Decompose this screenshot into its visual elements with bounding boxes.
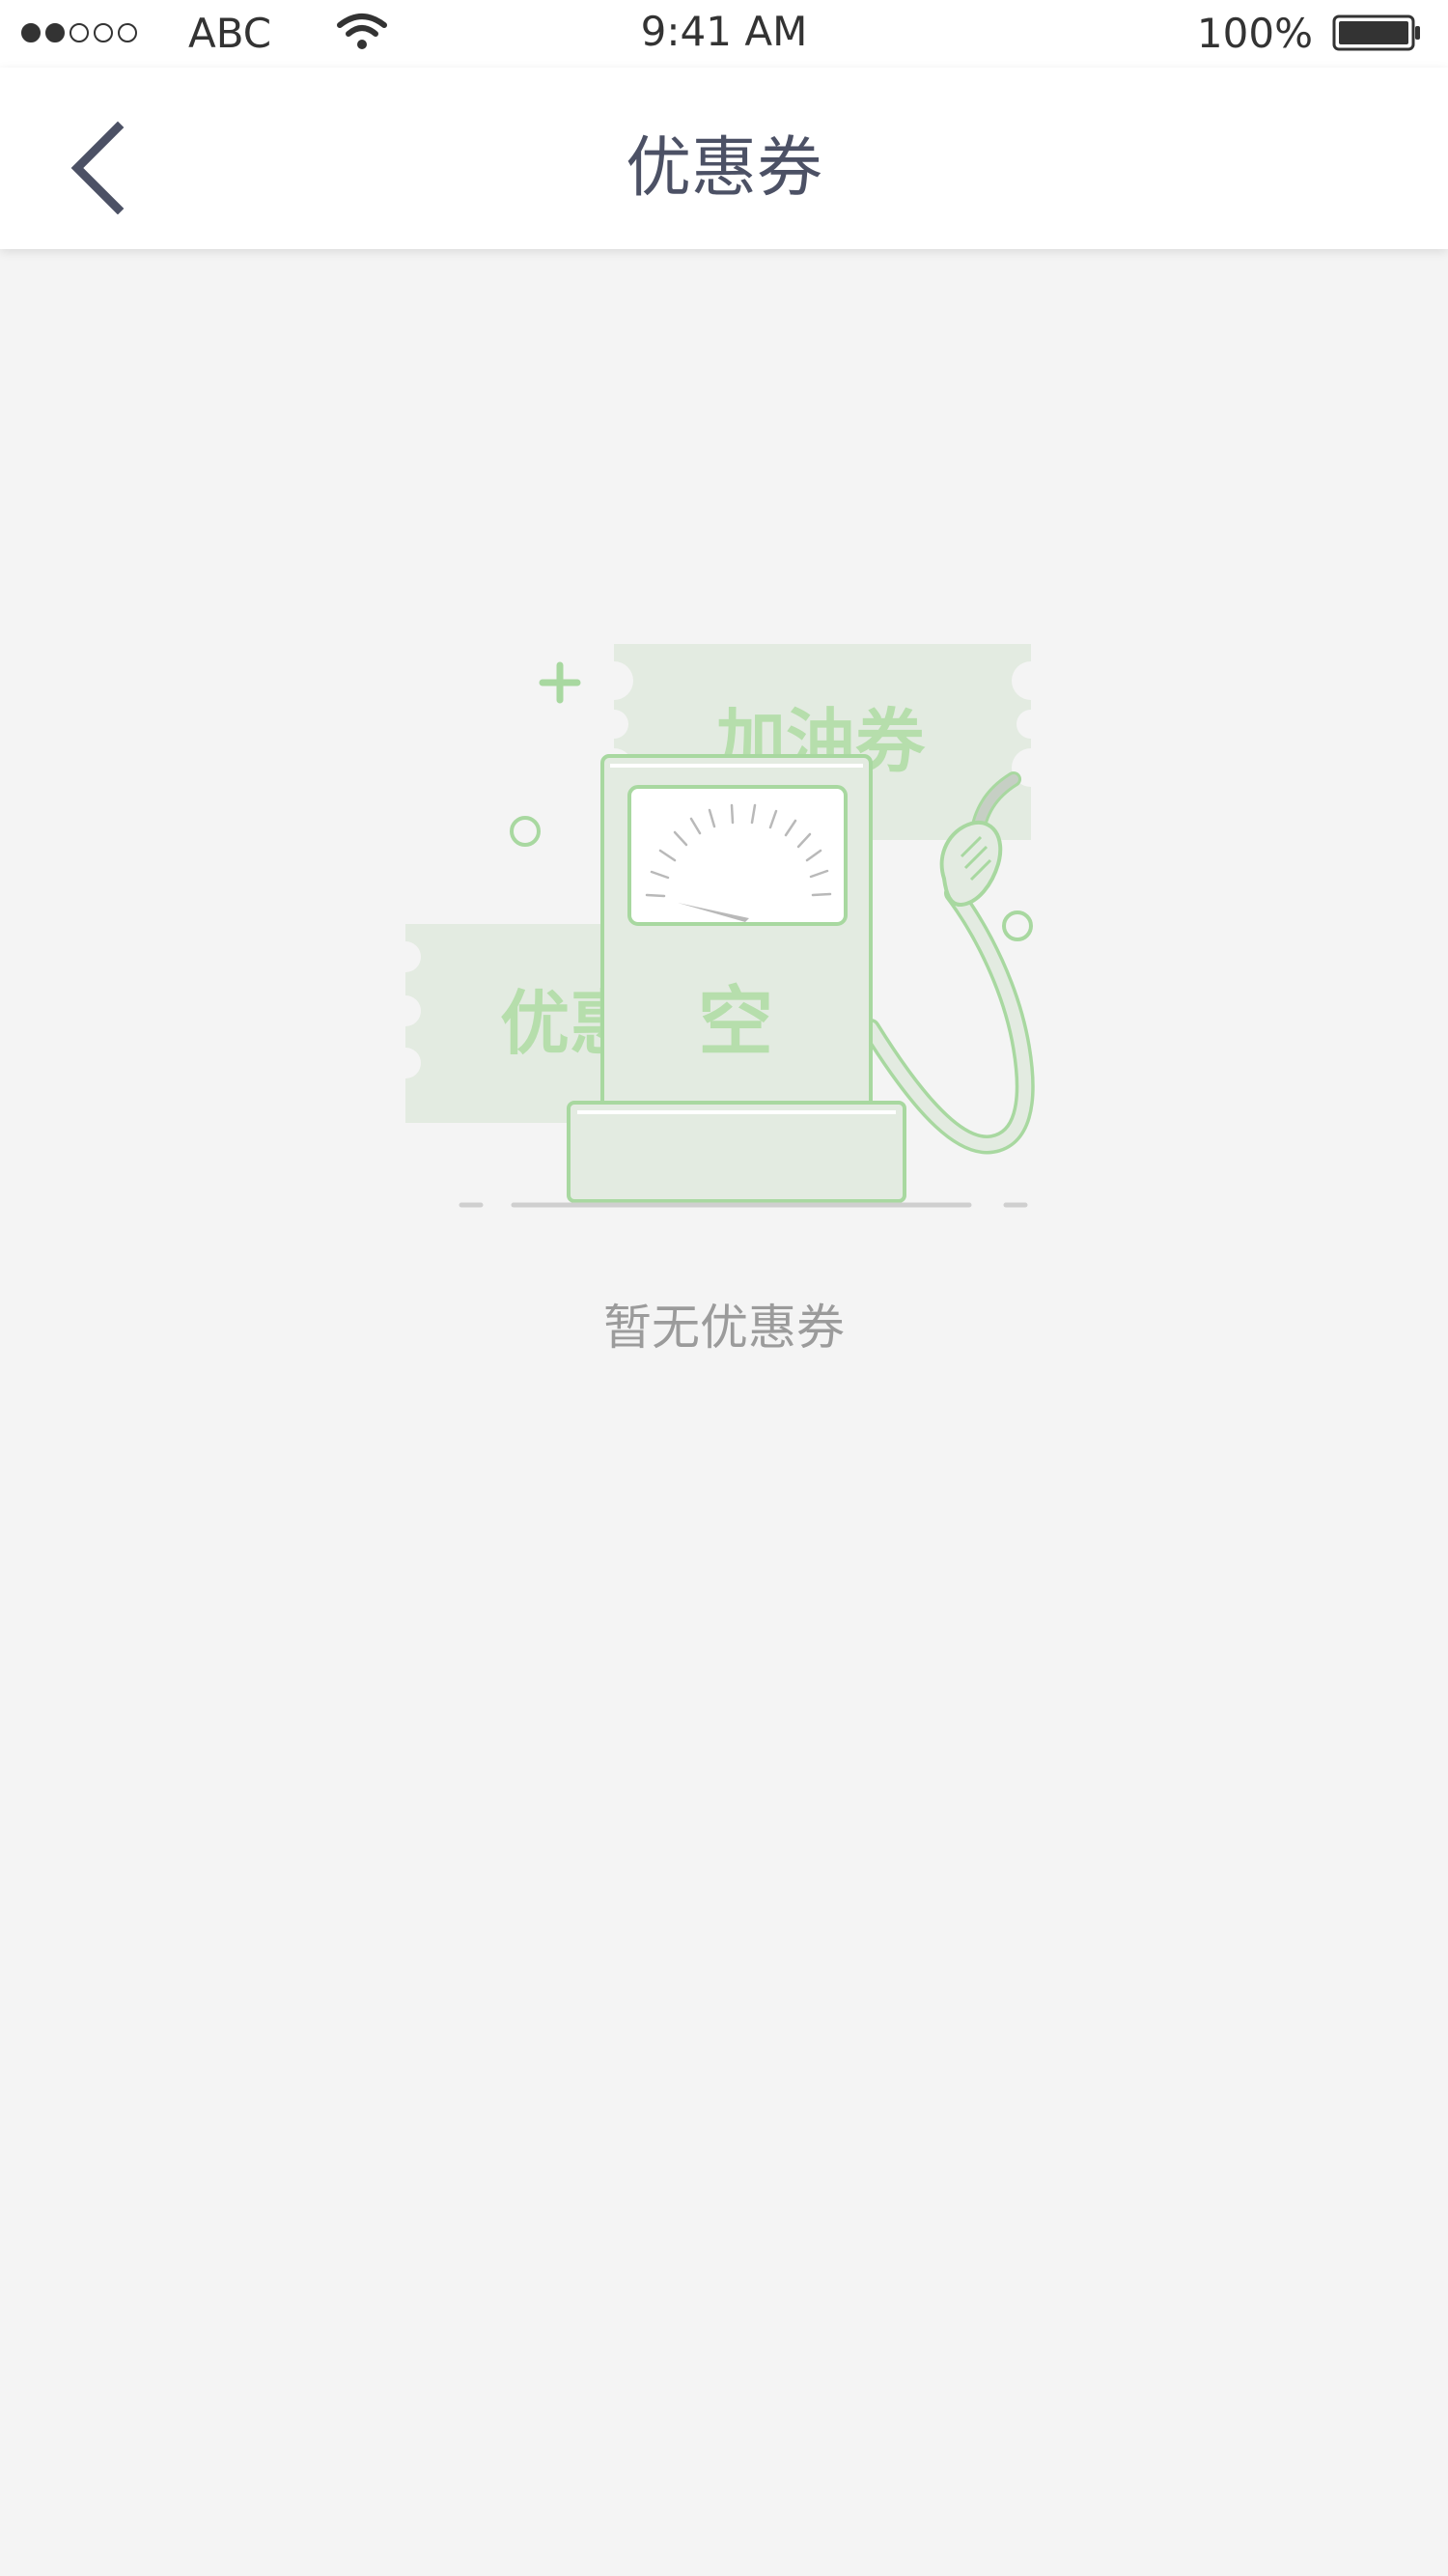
page-title: 优惠券: [625, 130, 822, 207]
empty-state-message: 暂无优惠券: [603, 1300, 845, 1356]
fuel-pump-base: [567, 1101, 906, 1203]
pump-empty-label: 空: [698, 979, 773, 1066]
plus-icon: [539, 661, 581, 704]
empty-coupon-illustration: 加油券 优惠 空: [405, 644, 1035, 1208]
battery-percentage: 100%: [1196, 10, 1313, 57]
decor-circle-left: [510, 816, 541, 847]
battery-icon: [1332, 14, 1420, 51]
decor-circle-right: [1002, 910, 1033, 941]
fuel-gauge-icon: [627, 785, 848, 926]
status-bar: ABC 9:41 AM 100%: [0, 0, 1448, 68]
nav-bar: 优惠券: [0, 68, 1448, 249]
